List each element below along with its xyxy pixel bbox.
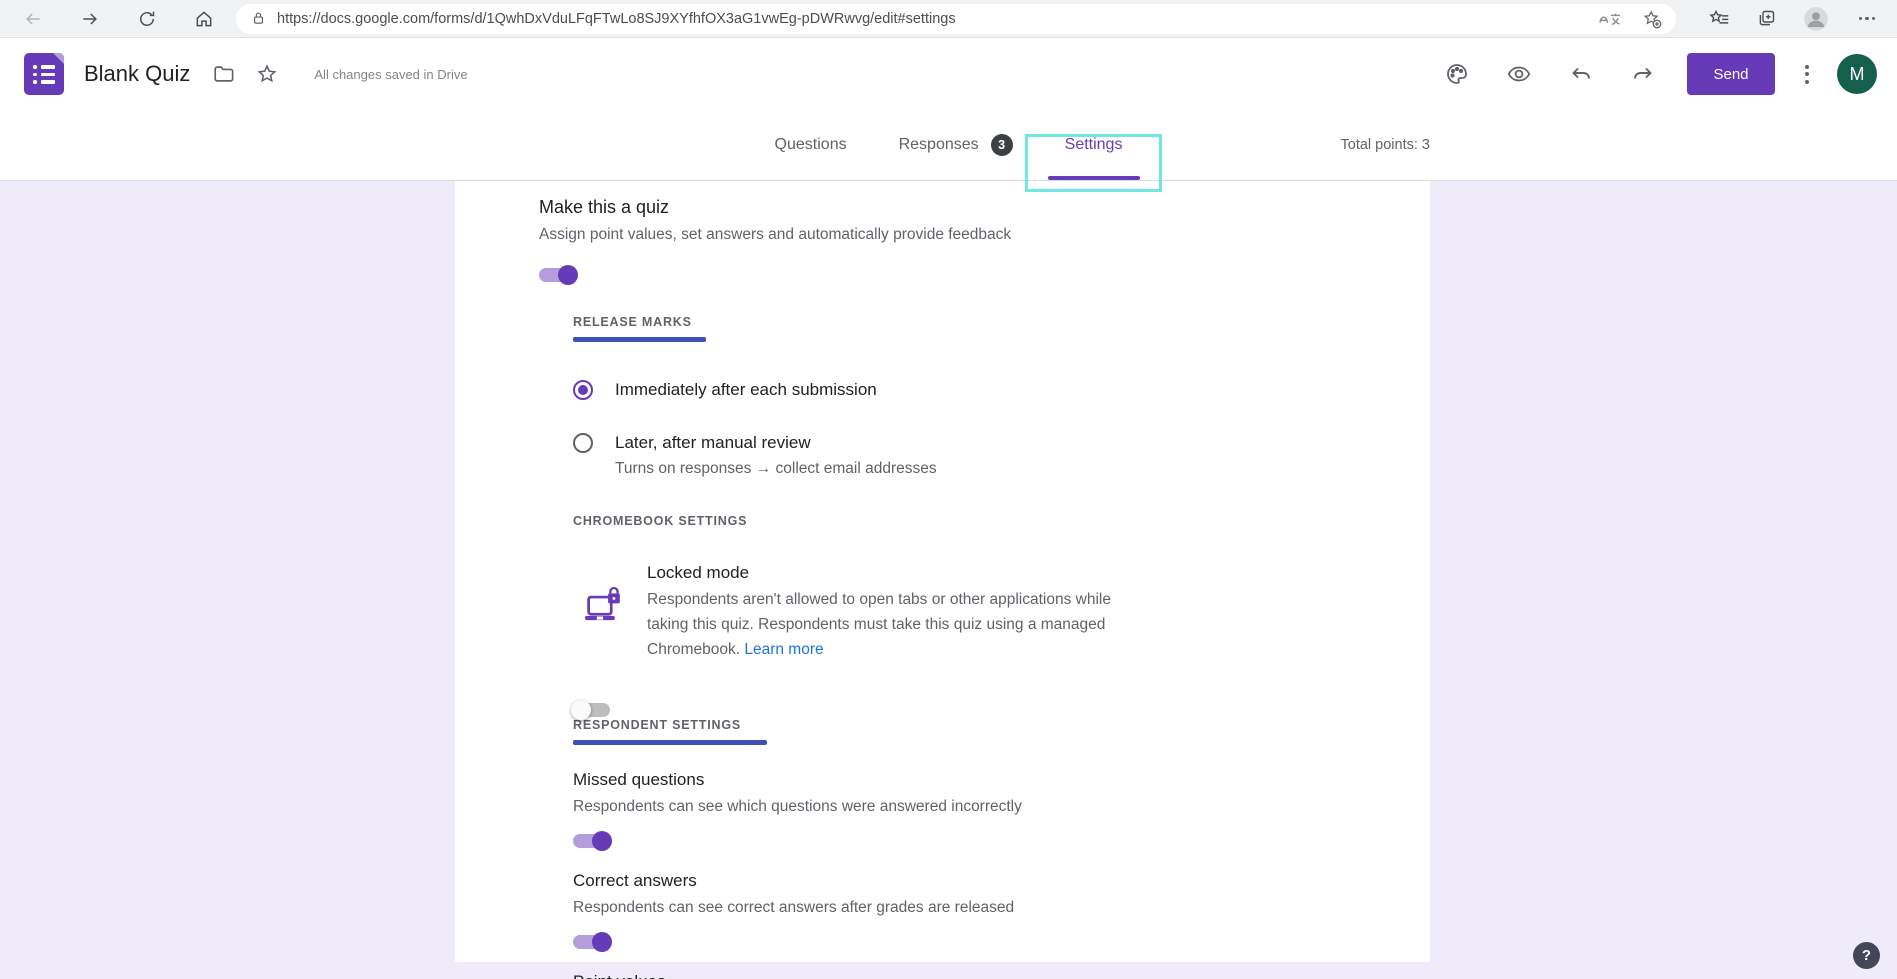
correct-answers-row: Correct answers Respondents can see corr… <box>573 870 1364 938</box>
help-button[interactable]: ? <box>1853 942 1880 969</box>
refresh-icon[interactable] <box>137 9 157 29</box>
translate-icon[interactable] <box>1598 10 1622 28</box>
learn-more-link[interactable]: Learn more <box>744 641 823 658</box>
save-status: All changes saved in Drive <box>314 67 467 82</box>
chromebook-settings-heading: CHROMEBOOK SETTINGS <box>573 514 1430 528</box>
locked-mode-laptop-icon <box>585 586 623 628</box>
forms-header: Blank Quiz All changes saved in Drive Se… <box>0 38 1897 110</box>
browser-profile-icon[interactable] <box>1803 6 1829 32</box>
responses-count-badge: 3 <box>991 134 1013 156</box>
locked-mode-row: Locked mode Respondents aren't allowed t… <box>573 562 1364 682</box>
preview-eye-icon[interactable] <box>1507 62 1531 86</box>
radio-icon[interactable] <box>573 380 593 400</box>
collections-icon[interactable] <box>1756 8 1777 29</box>
forms-logo[interactable] <box>24 53 64 95</box>
browser-menu-icon[interactable] <box>1855 13 1880 25</box>
redo-icon[interactable] <box>1631 62 1655 86</box>
account-avatar[interactable]: M <box>1837 54 1877 94</box>
respondent-settings-heading: RESPONDENT SETTINGS <box>573 718 1430 732</box>
make-quiz-title: Make this a quiz <box>539 195 1364 219</box>
tab-responses[interactable]: Responses 3 <box>895 110 1017 180</box>
star-icon[interactable] <box>256 63 278 85</box>
move-folder-icon[interactable] <box>212 63 234 85</box>
release-marks-heading: RELEASE MARKS <box>573 315 1430 329</box>
url-text: https://docs.google.com/forms/d/1QwhDxVd… <box>277 11 956 27</box>
document-title[interactable]: Blank Quiz <box>84 61 190 87</box>
address-bar[interactable]: https://docs.google.com/forms/d/1QwhDxVd… <box>236 4 1676 34</box>
radio-option-later-note: Turns on responses → collect email addre… <box>615 460 1430 478</box>
browser-toolbar: https://docs.google.com/forms/d/1QwhDxVd… <box>0 0 1897 38</box>
missed-questions-row: Missed questions Respondents can see whi… <box>573 769 1364 837</box>
lock-icon <box>250 10 267 27</box>
locked-mode-description: Respondents aren't allowed to open tabs … <box>647 587 1112 662</box>
back-icon[interactable] <box>23 9 43 29</box>
radio-option-immediately[interactable]: Immediately after each submission <box>573 380 1430 400</box>
tab-questions[interactable]: Questions <box>771 110 851 180</box>
radio-icon[interactable] <box>573 433 593 453</box>
locked-mode-title: Locked mode <box>647 562 1364 584</box>
tab-settings[interactable]: Settings <box>1061 110 1127 180</box>
settings-page: Make this a quiz Assign point values, se… <box>0 181 1897 979</box>
settings-card: Make this a quiz Assign point values, se… <box>455 181 1430 962</box>
favorites-hub-icon[interactable] <box>1709 8 1730 29</box>
undo-icon[interactable] <box>1569 62 1593 86</box>
forms-logo-list-glyph <box>33 65 55 88</box>
forms-tab-bar: Questions Responses 3 Settings Total poi… <box>0 110 1897 181</box>
total-points-label: Total points: 3 <box>1341 137 1430 153</box>
release-marks-underline <box>573 337 706 342</box>
add-favorite-icon[interactable] <box>1642 9 1662 29</box>
missed-questions-toggle[interactable] <box>573 831 610 851</box>
radio-option-later[interactable]: Later, after manual review <box>573 433 1430 453</box>
make-quiz-description: Assign point values, set answers and aut… <box>539 225 1364 245</box>
respondent-settings-underline <box>573 740 767 745</box>
correct-answers-toggle[interactable] <box>573 932 610 952</box>
more-options-icon[interactable] <box>1801 61 1813 88</box>
send-button[interactable]: Send <box>1687 53 1775 95</box>
locked-mode-toggle[interactable] <box>573 700 610 720</box>
point-values-row: Point values Respondents can see total p… <box>573 971 1364 979</box>
make-quiz-row: Make this a quiz Assign point values, se… <box>539 195 1364 265</box>
forward-icon[interactable] <box>80 9 100 29</box>
theme-palette-icon[interactable] <box>1445 62 1469 86</box>
make-quiz-toggle[interactable] <box>539 265 576 285</box>
home-icon[interactable] <box>194 9 214 29</box>
